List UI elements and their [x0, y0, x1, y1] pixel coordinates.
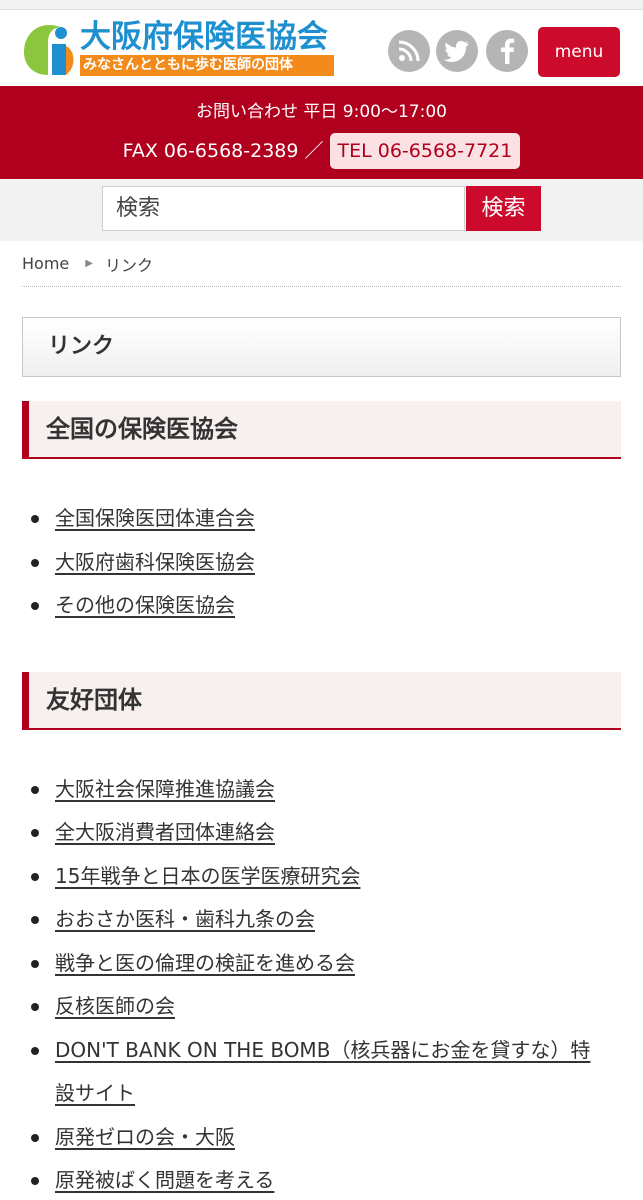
contact-banner: お問い合わせ 平日 9:00〜17:00 FAX 06-6568-2389 ／ …	[0, 86, 643, 179]
search-button[interactable]: 検索	[466, 186, 541, 231]
link-text[interactable]: 大阪社会保障推進協議会	[55, 777, 275, 801]
list-item[interactable]: 原発被ばく問題を考える	[30, 1159, 603, 1200]
top-border	[0, 0, 643, 10]
list-item[interactable]: 大阪府歯科保険医協会	[30, 541, 603, 585]
list-item[interactable]: 原発ゼロの会・大阪	[30, 1116, 603, 1160]
site-logo[interactable]: 大阪府保険医協会 みなさんとともに歩む医師の団体	[22, 20, 334, 76]
link-text[interactable]: 15年戦争と日本の医学医療研究会	[55, 864, 360, 888]
site-header: 大阪府保険医協会 みなさんとともに歩む医師の団体 menu	[0, 10, 643, 86]
breadcrumb-current: リンク	[104, 255, 153, 275]
link-list: 大阪社会保障推進協議会 全大阪消費者団体連絡会 15年戦争と日本の医学医療研究会…	[30, 768, 643, 1200]
link-text[interactable]: 原発被ばく問題を考える	[55, 1168, 274, 1192]
link-text[interactable]: 反核医師の会	[55, 994, 175, 1018]
contact-separator: ／	[304, 140, 324, 162]
list-item[interactable]: 大阪社会保障推進協議会	[30, 768, 603, 812]
page-title: リンク	[22, 317, 621, 377]
contact-hours: お問い合わせ 平日 9:00〜17:00	[196, 102, 447, 122]
list-item[interactable]: 15年戦争と日本の医学医療研究会	[30, 855, 603, 899]
facebook-icon[interactable]	[486, 30, 528, 72]
link-text[interactable]: 全国保険医団体連合会	[55, 506, 255, 530]
list-item[interactable]: おおさか医科・歯科九条の会	[30, 898, 603, 942]
list-item[interactable]: 反核医師の会	[30, 985, 603, 1029]
list-item[interactable]: 全国保険医団体連合会	[30, 497, 603, 541]
menu-button[interactable]: menu	[538, 27, 620, 77]
fax-number: FAX 06-6568-2389	[122, 140, 299, 162]
rss-icon[interactable]	[388, 30, 430, 72]
link-text[interactable]: DON'T BANK ON THE BOMB（核兵器にお金を貸すな）特設サイト	[55, 1038, 590, 1106]
list-item[interactable]: 戦争と医の倫理の検証を進める会	[30, 942, 603, 986]
link-text[interactable]: その他の保険医協会	[55, 593, 235, 617]
breadcrumb-arrow-icon: ▶	[85, 258, 93, 269]
contact-lines: FAX 06-6568-2389 ／ TEL 06-6568-7721	[0, 133, 643, 169]
list-item[interactable]: その他の保険医協会	[30, 584, 603, 628]
list-item[interactable]: DON'T BANK ON THE BOMB（核兵器にお金を貸すな）特設サイト	[30, 1029, 603, 1116]
search-bar: 検索 検索	[0, 179, 643, 241]
search-input[interactable]: 検索	[102, 186, 465, 231]
breadcrumb: Home ▶ リンク	[22, 241, 621, 287]
twitter-icon[interactable]	[436, 30, 478, 72]
list-item[interactable]: 全大阪消費者団体連絡会	[30, 811, 603, 855]
breadcrumb-home[interactable]: Home	[22, 254, 69, 273]
section-heading: 友好団体	[22, 671, 621, 730]
link-list: 全国保険医団体連合会 大阪府歯科保険医協会 その他の保険医協会	[30, 497, 643, 628]
link-text[interactable]: 戦争と医の倫理の検証を進める会	[55, 951, 355, 975]
logo-title: 大阪府保険医協会	[80, 19, 328, 55]
link-text[interactable]: 大阪府歯科保険医協会	[55, 550, 255, 574]
logo-mark-icon	[24, 25, 74, 75]
tel-link[interactable]: TEL 06-6568-7721	[329, 133, 521, 169]
link-text[interactable]: 原発ゼロの会・大阪	[55, 1125, 235, 1149]
link-text[interactable]: おおさか医科・歯科九条の会	[55, 907, 315, 931]
logo-subtitle: みなさんとともに歩む医師の団体	[80, 55, 334, 76]
section-heading: 全国の保険医協会	[22, 401, 621, 459]
link-text[interactable]: 全大阪消費者団体連絡会	[55, 820, 275, 844]
